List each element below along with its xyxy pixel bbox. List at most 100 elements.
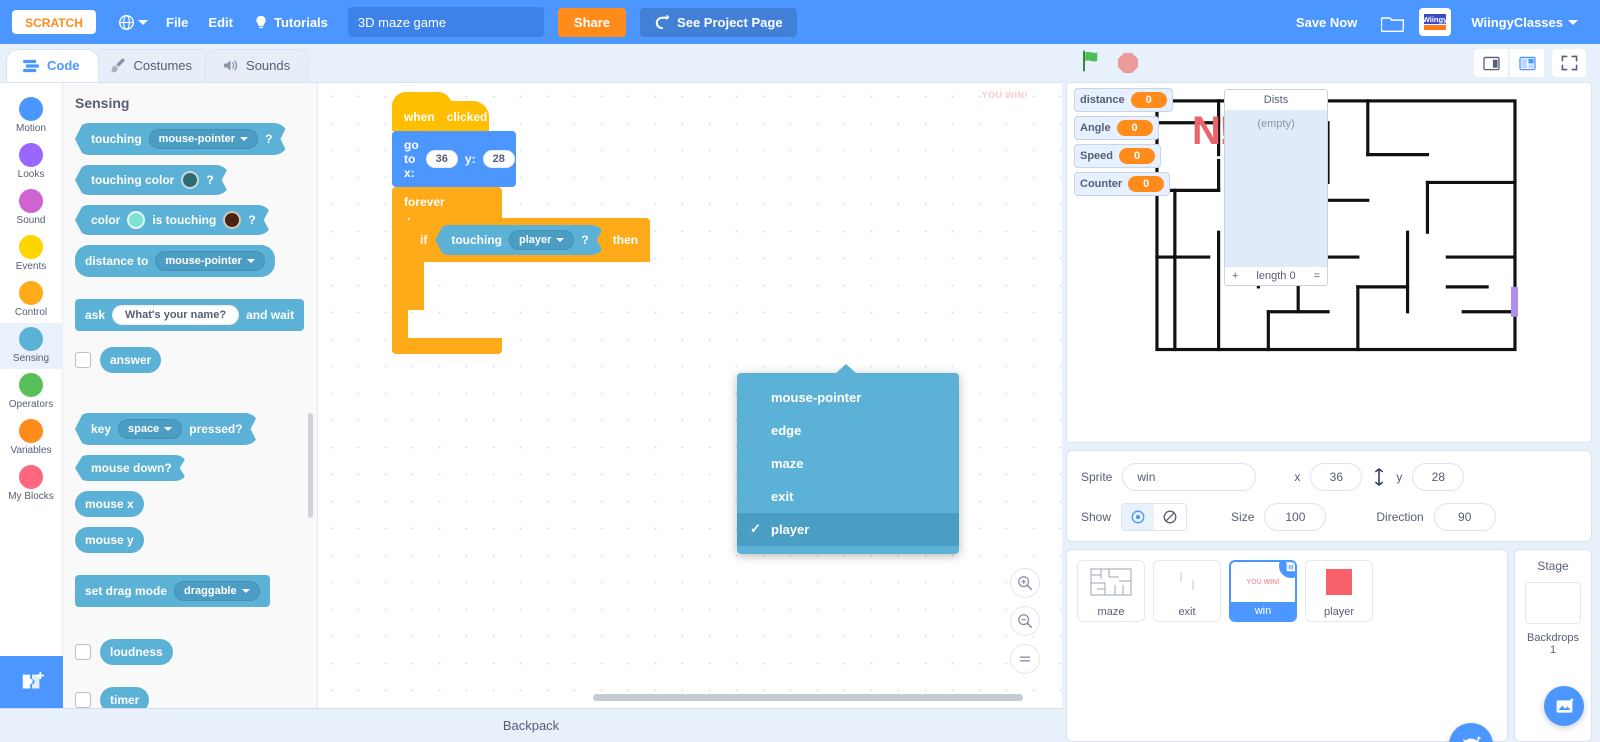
zoom-out-button[interactable] [1010,606,1040,636]
dropdown-option-player[interactable]: ✓ player [737,513,959,546]
block-dropdown-drag-mode[interactable]: draggable [174,581,260,601]
scratch-logo[interactable]: SCRATCH [12,10,96,34]
sprite-list[interactable]: maze exit YOU WIN! win player [1066,549,1508,742]
menu-edit[interactable]: Edit [198,9,243,36]
sprite-card-player[interactable]: player [1305,560,1373,622]
palette-block-timer[interactable]: timer [75,687,317,708]
palette-block-distance-to[interactable]: distance to mouse-pointer [75,245,317,277]
palette-block-color-is-touching[interactable]: color is touching ? [75,205,317,235]
palette-block-ask-and-wait[interactable]: ask What's your name? and wait [75,299,317,331]
zoom-reset-button[interactable] [1010,644,1040,674]
dropdown-option-maze[interactable]: maze [737,447,959,480]
language-selector[interactable] [110,8,156,37]
sprite-card-exit[interactable]: exit [1153,560,1221,622]
project-title-input[interactable] [347,7,544,37]
sprite-x-input[interactable]: 36 [1310,463,1363,491]
palette-block-touching[interactable]: touching mouse-pointer ? [75,123,317,155]
sprite-y-input[interactable]: 28 [1412,463,1465,491]
block-dropdown-touching[interactable]: mouse-pointer [149,129,258,149]
color-swatch[interactable] [127,211,145,229]
list-add-button[interactable]: + [1232,270,1238,282]
tab-code[interactable]: Code [6,49,99,82]
add-sprite-button[interactable] [1449,723,1493,742]
monitor-speed[interactable]: Speed 0 [1074,144,1162,168]
palette-scrollbar[interactable] [308,413,313,518]
stop-button[interactable] [1118,53,1138,73]
block-forever[interactable]: forever if touching player ? then [392,187,651,354]
block-touching-condition[interactable]: touching player ? [435,225,604,255]
color-swatch[interactable] [223,211,241,229]
script-stack[interactable]: when clicked go to x: 36 y: 28 forever i… [392,92,651,354]
palette-block-set-drag-mode[interactable]: set drag mode draggable [75,575,317,607]
dropdown-option-exit[interactable]: exit [737,480,959,513]
canvas-horizontal-scrollbar[interactable] [593,694,1023,701]
palette-block-mouse-y[interactable]: mouse y [75,527,317,553]
category-sensing[interactable]: Sensing [0,323,63,369]
monitor-distance[interactable]: distance 0 [1074,88,1173,112]
palette-block-touching-color[interactable]: touching color ? [75,165,317,195]
fullscreen-button[interactable] [1552,49,1586,77]
add-extension-button[interactable] [0,656,63,708]
palette-block-mouse-x[interactable]: mouse x [75,491,317,517]
add-backdrop-button[interactable] [1544,686,1584,726]
category-control[interactable]: Control [0,277,63,323]
see-project-page-button[interactable]: See Project Page [640,7,797,37]
list-monitor-dists[interactable]: Dists (empty) + length 0 = [1224,89,1328,286]
menu-tutorials[interactable]: Tutorials [243,8,338,37]
block-when-flag-clicked[interactable]: when clicked [392,92,489,131]
block-input-y[interactable]: 28 [482,150,515,168]
monitor-checkbox-loudness[interactable] [75,644,91,660]
dropdown-option-edge[interactable]: edge [737,414,959,447]
touching-target-dropdown-menu[interactable]: mouse-pointer edge maze exit ✓ player [737,364,959,554]
category-motion[interactable]: Motion [0,93,63,139]
block-input-x[interactable]: 36 [425,150,458,168]
sprite-size-input[interactable]: 100 [1264,503,1327,531]
zoom-in-button[interactable] [1010,568,1040,598]
monitor-angle[interactable]: Angle 0 [1074,116,1159,140]
stage[interactable]: N!!! distance 0 Angle 0 Speed 0 Counter … [1066,82,1592,443]
backpack-bar[interactable]: Backpack [0,708,1062,742]
category-variables[interactable]: Variables [0,415,63,461]
tab-sounds[interactable]: Sounds [205,49,310,82]
share-button[interactable]: Share [557,7,627,37]
stage-selector-panel[interactable]: Stage Backdrops 1 [1514,549,1592,742]
save-now-button[interactable]: Save Now [1286,9,1367,36]
monitor-checkbox-answer[interactable] [75,352,91,368]
palette-block-answer[interactable]: answer [75,347,317,373]
category-sound[interactable]: Sound [0,185,63,231]
block-if-then[interactable]: if touching player ? then [408,218,651,262]
sprite-name-input[interactable]: win [1122,463,1257,491]
sprite-direction-input[interactable]: 90 [1433,503,1496,531]
block-go-to-xy[interactable]: go to x: 36 y: 28 [392,131,516,187]
color-swatch[interactable] [181,171,199,189]
palette-block-key-pressed[interactable]: key space pressed? [75,413,317,445]
avatar[interactable]: Wiingy [1419,8,1452,36]
account-menu[interactable]: WiingyClasses [1461,9,1588,36]
category-events[interactable]: Events [0,231,63,277]
dropdown-option-mouse-pointer[interactable]: mouse-pointer [737,381,959,414]
list-resize-handle[interactable]: = [1314,270,1320,282]
sprite-card-maze[interactable]: maze [1077,560,1145,622]
large-stage-button[interactable] [1510,49,1544,77]
code-canvas[interactable]: YOU WIN! when clicked go to x: 36 y: 28 … [318,83,1062,708]
sprite-hide-button[interactable] [1154,504,1186,530]
palette-block-mouse-down[interactable]: mouse down? [75,455,317,481]
menu-file[interactable]: File [156,9,198,36]
small-stage-button[interactable] [1474,49,1508,77]
monitor-checkbox-timer[interactable] [75,692,91,708]
sprite-card-win[interactable]: YOU WIN! win [1229,560,1297,622]
category-looks[interactable]: Looks [0,139,63,185]
block-text-input[interactable]: What's your name? [112,305,240,325]
block-dropdown-distance[interactable]: mouse-pointer [155,251,265,271]
sprite-show-button[interactable] [1122,504,1155,530]
my-stuff-button[interactable] [1371,7,1415,38]
monitor-counter[interactable]: Counter 0 [1074,172,1171,196]
category-operators[interactable]: Operators [0,369,63,415]
block-palette[interactable]: Sensing touching mouse-pointer ? touchin… [63,83,318,708]
block-dropdown-touching-target[interactable]: player [509,230,574,250]
tab-costumes[interactable]: Costumes [92,49,212,82]
palette-block-loudness[interactable]: loudness [75,639,317,665]
category-my-blocks[interactable]: My Blocks [0,461,63,507]
block-dropdown-key[interactable]: space [118,419,182,439]
green-flag-button[interactable] [1080,49,1104,78]
